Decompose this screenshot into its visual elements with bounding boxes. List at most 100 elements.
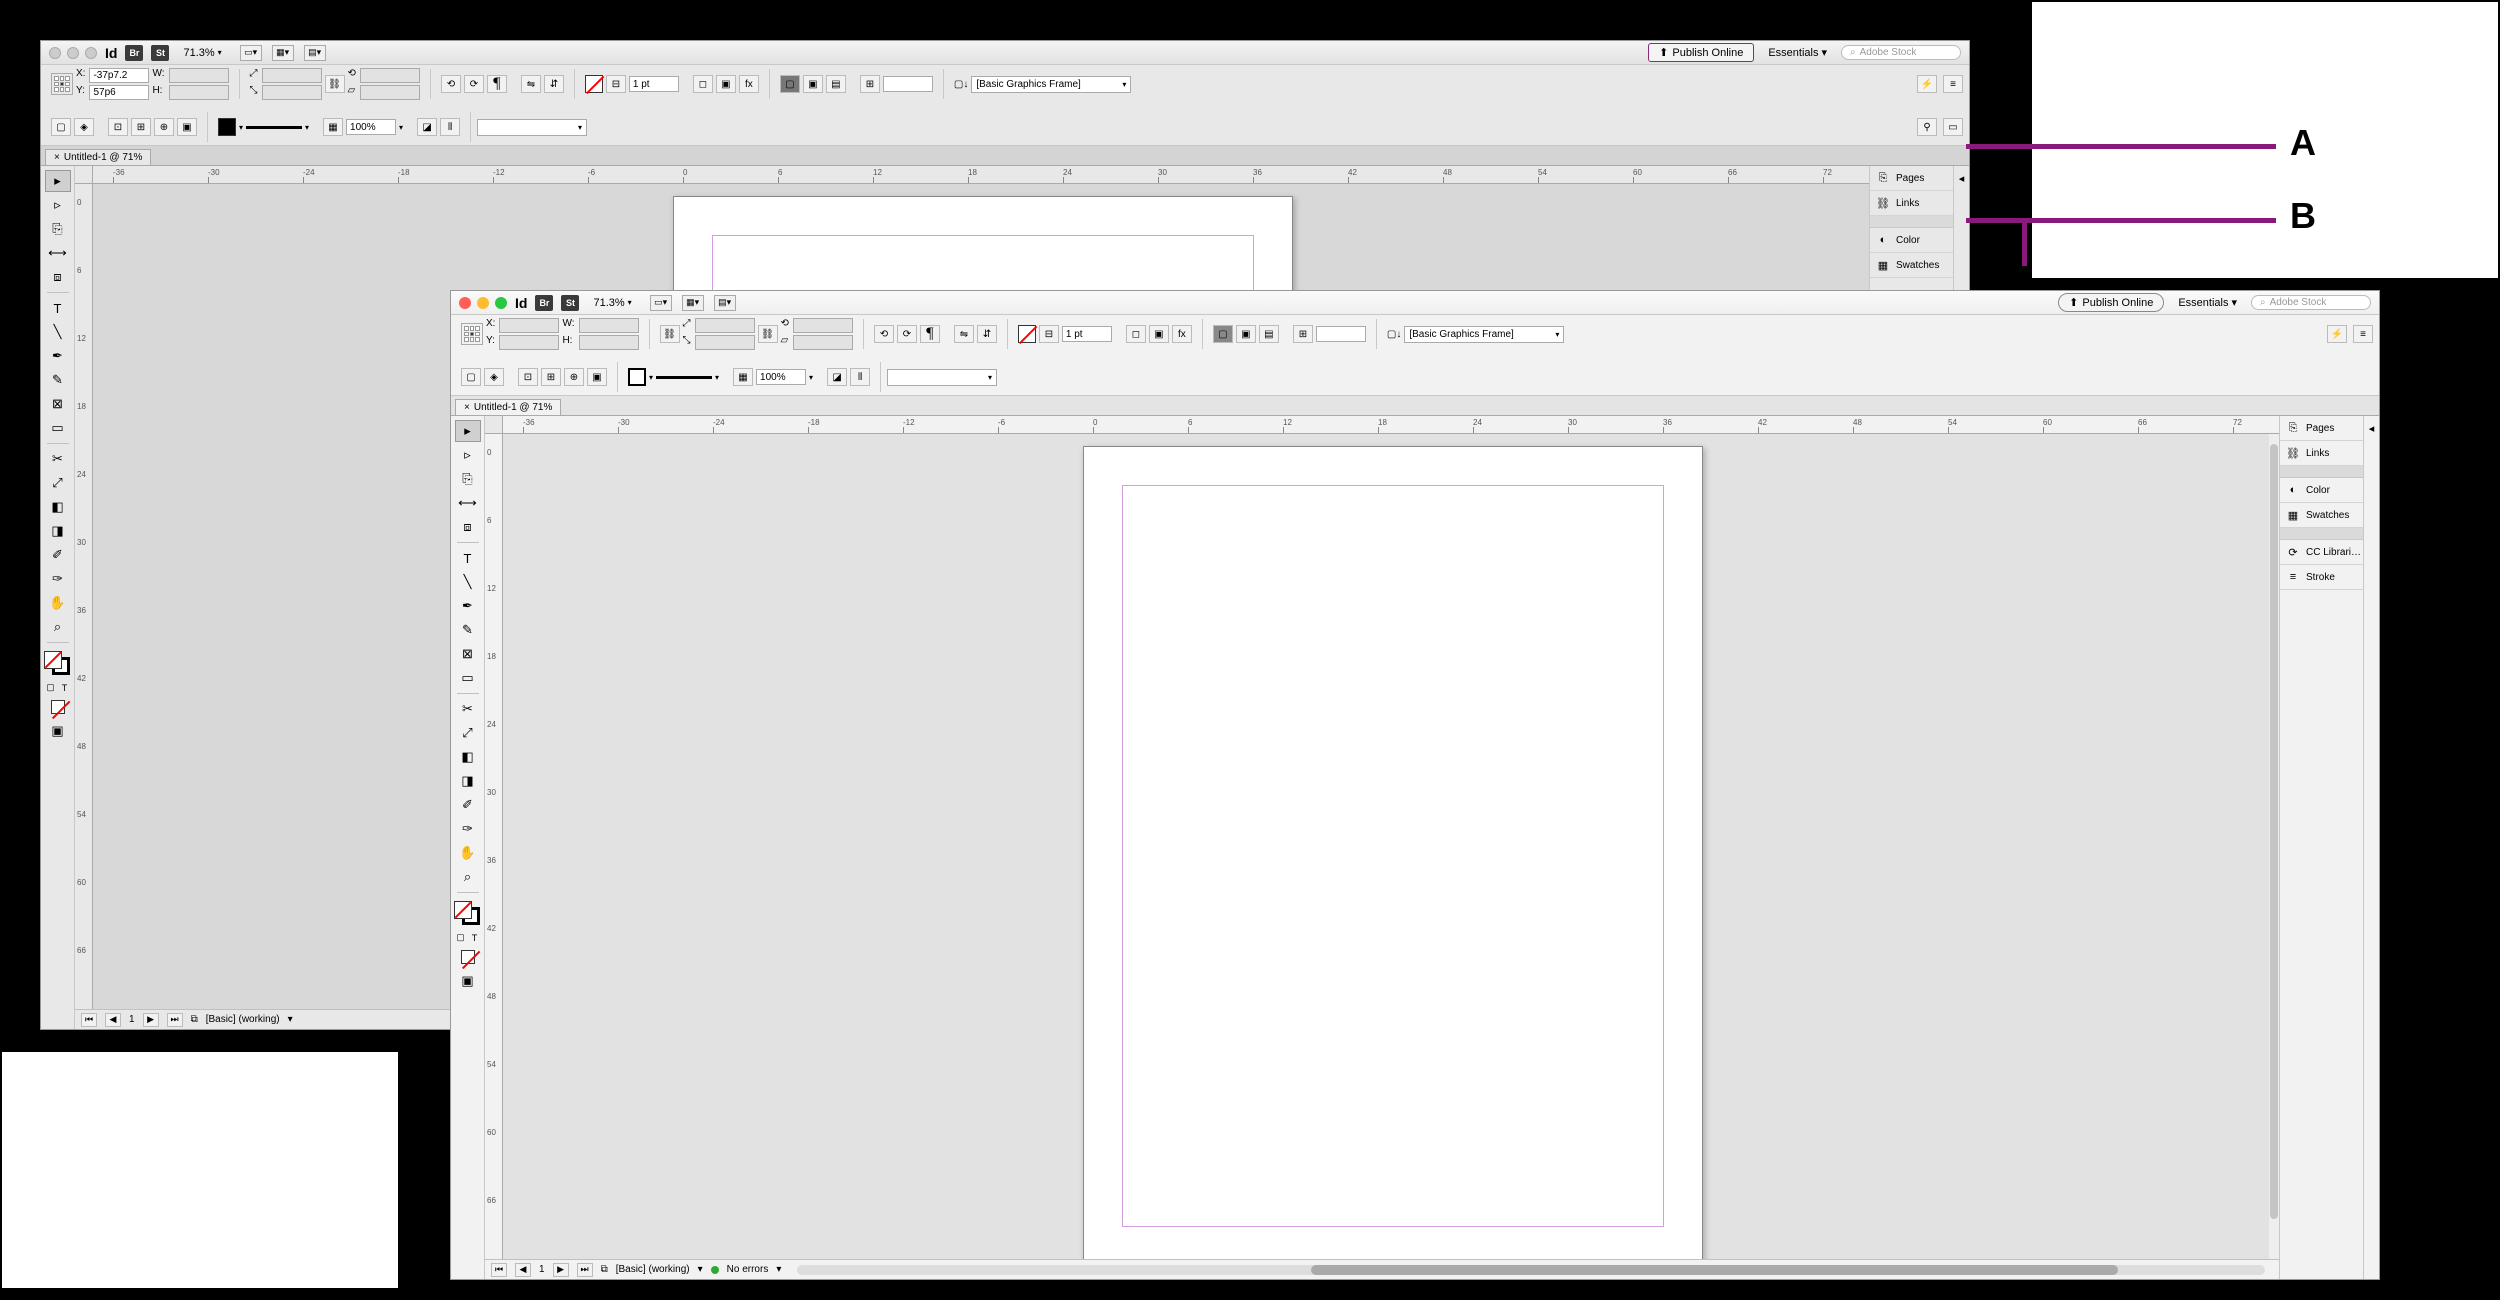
horizontal-ruler[interactable]: -36-30-24-18-12-606121824303642485460667…	[75, 166, 1869, 184]
vertical-ruler[interactable]: 0612182430364248546066	[485, 434, 503, 1259]
wrap-jump-icon[interactable]: ▤	[826, 75, 846, 93]
type-tool-icon[interactable]: T	[455, 547, 481, 569]
gradient-swatch-tool-icon[interactable]: ◧	[455, 746, 481, 768]
page-tool-icon[interactable]: ⎘	[455, 468, 481, 490]
gap-tool-icon[interactable]: ⟷	[455, 492, 481, 514]
scale-y-input[interactable]	[262, 85, 322, 100]
zoom-tool-icon[interactable]: ⌕	[45, 616, 71, 638]
flip-horizontal-icon[interactable]: ⇋	[521, 75, 541, 93]
text-wrap-icon[interactable]: ▣	[716, 75, 736, 93]
scale-y-input[interactable]	[695, 335, 755, 350]
rotate-input[interactable]	[793, 318, 853, 333]
selection-tool-icon[interactable]: ▸	[455, 420, 481, 442]
view-option-1[interactable]: ▭▾	[650, 295, 672, 311]
free-transform-tool-icon[interactable]: ⤢	[45, 472, 71, 494]
select-container-icon[interactable]: ▢	[461, 368, 481, 386]
constrain-proportions-icon[interactable]: ⛓	[325, 75, 345, 93]
scale-x-input[interactable]	[262, 68, 322, 83]
secondary-style-select[interactable]	[477, 119, 587, 136]
close-window-icon[interactable]	[459, 297, 471, 309]
stock-icon[interactable]: St	[561, 295, 579, 311]
horizontal-scrollbar[interactable]	[797, 1265, 2265, 1275]
drop-shadow-icon[interactable]: ◪	[417, 118, 437, 136]
rectangle-tool-icon[interactable]: ▭	[45, 417, 71, 439]
wrap-around-icon[interactable]: ▣	[1236, 325, 1256, 343]
open-docs-icon[interactable]: ⧉	[191, 1014, 198, 1025]
object-style-select[interactable]: [Basic Graphics Frame]	[1404, 326, 1564, 343]
text-wrap-icon[interactable]: ▣	[1149, 325, 1169, 343]
flip-vertical-icon[interactable]: ⇵	[544, 75, 564, 93]
y-input[interactable]	[89, 85, 149, 100]
vertical-scrollbar[interactable]	[2269, 434, 2279, 1259]
next-page-icon[interactable]: ▶	[143, 1013, 159, 1027]
open-docs-icon[interactable]: ⧉	[601, 1264, 608, 1275]
format-container-icon[interactable]: ▢	[44, 681, 57, 694]
page[interactable]	[1083, 446, 1703, 1259]
gradient-swatch-tool-icon[interactable]: ◧	[45, 496, 71, 518]
publish-online-button[interactable]: ⬆Publish Online	[1648, 43, 1754, 62]
quick-apply-icon[interactable]: ⚲	[1917, 118, 1937, 136]
center-content-icon[interactable]: ⊕	[564, 368, 584, 386]
preflight-profile[interactable]: [Basic] (working)	[206, 1014, 280, 1025]
y-input[interactable]	[499, 335, 559, 350]
vertical-ruler[interactable]: 0612182430364248546066	[75, 184, 93, 1009]
bridge-icon[interactable]: Br	[535, 295, 553, 311]
expand-panels-icon[interactable]: ◂	[2369, 422, 2375, 435]
horizontal-ruler[interactable]: -36-30-24-18-12-606121824303642485460667…	[485, 416, 2279, 434]
effects-icon[interactable]: fx	[739, 75, 759, 93]
vertical-scrollbar-thumb[interactable]	[2270, 444, 2278, 1219]
format-container-icon[interactable]: ▢	[454, 931, 467, 944]
hand-tool-icon[interactable]: ✋	[45, 592, 71, 614]
stroke-weight-stepper[interactable]: ⊟	[606, 75, 626, 93]
page-number-field[interactable]: 1	[539, 1264, 545, 1275]
line-tool-icon[interactable]: ╲	[455, 571, 481, 593]
align-icon[interactable]: ⫴	[850, 368, 870, 386]
format-text-icon[interactable]: T	[58, 681, 71, 694]
fill-proxy-icon[interactable]	[44, 651, 62, 669]
shear-input[interactable]	[793, 335, 853, 350]
apply-none-icon[interactable]	[455, 946, 481, 968]
fill-proxy-icon[interactable]	[454, 901, 472, 919]
view-option-1[interactable]: ▭▾	[240, 45, 262, 61]
rectangle-frame-tool-icon[interactable]: ⊠	[45, 393, 71, 415]
next-page-icon[interactable]: ▶	[553, 1263, 569, 1277]
fill-none-swatch[interactable]	[1018, 325, 1036, 343]
content-collector-tool-icon[interactable]: ⧈	[455, 516, 481, 538]
note-tool-icon[interactable]: ✐	[45, 544, 71, 566]
close-tab-icon[interactable]: ×	[54, 152, 60, 163]
ruler-origin-icon[interactable]	[485, 416, 503, 434]
screen-mode-tool-icon[interactable]: ▣	[45, 720, 71, 742]
pencil-tool-icon[interactable]: ✎	[45, 369, 71, 391]
opacity-input[interactable]	[346, 119, 396, 135]
gradient-feather-tool-icon[interactable]: ◨	[45, 520, 71, 542]
pasteboard[interactable]	[503, 434, 2269, 1259]
scale-x-input[interactable]	[695, 318, 755, 333]
fit-content-icon[interactable]: ⊡	[518, 368, 538, 386]
reference-point-proxy[interactable]	[51, 73, 73, 95]
adobe-stock-search[interactable]: ⌕Adobe Stock	[2251, 295, 2371, 310]
fill-color-swatch[interactable]	[218, 118, 236, 136]
first-page-icon[interactable]: ⏮	[491, 1263, 507, 1277]
preflight-profile[interactable]: [Basic] (working)	[616, 1264, 690, 1275]
fitting-icon[interactable]: ⊞	[860, 75, 880, 93]
close-tab-icon[interactable]: ×	[464, 402, 470, 413]
select-content-icon[interactable]: ◈	[484, 368, 504, 386]
gap-tool-icon[interactable]: ⟷	[45, 242, 71, 264]
maximize-window-icon[interactable]	[495, 297, 507, 309]
workspace-switcher[interactable]: Essentials▾	[1762, 44, 1833, 61]
x-input[interactable]	[89, 68, 149, 83]
page-tool-icon[interactable]: ⎘	[45, 218, 71, 240]
rotate-cw-icon[interactable]: ⟳	[897, 325, 917, 343]
prev-page-icon[interactable]: ◀	[105, 1013, 121, 1027]
rectangle-tool-icon[interactable]: ▭	[455, 667, 481, 689]
wrap-none-icon[interactable]: ▢	[780, 75, 800, 93]
line-tool-icon[interactable]: ╲	[45, 321, 71, 343]
fit-content-icon[interactable]: ⊡	[108, 118, 128, 136]
document-tab[interactable]: ×Untitled-1 @ 71%	[455, 399, 561, 415]
direct-selection-tool-icon[interactable]: ▹	[455, 444, 481, 466]
w-input[interactable]	[579, 318, 639, 333]
zoom-tool-icon[interactable]: ⌕	[455, 866, 481, 888]
wrap-around-icon[interactable]: ▣	[803, 75, 823, 93]
paragraph-mark-icon[interactable]: ¶	[487, 75, 507, 93]
apply-none-icon[interactable]	[45, 696, 71, 718]
